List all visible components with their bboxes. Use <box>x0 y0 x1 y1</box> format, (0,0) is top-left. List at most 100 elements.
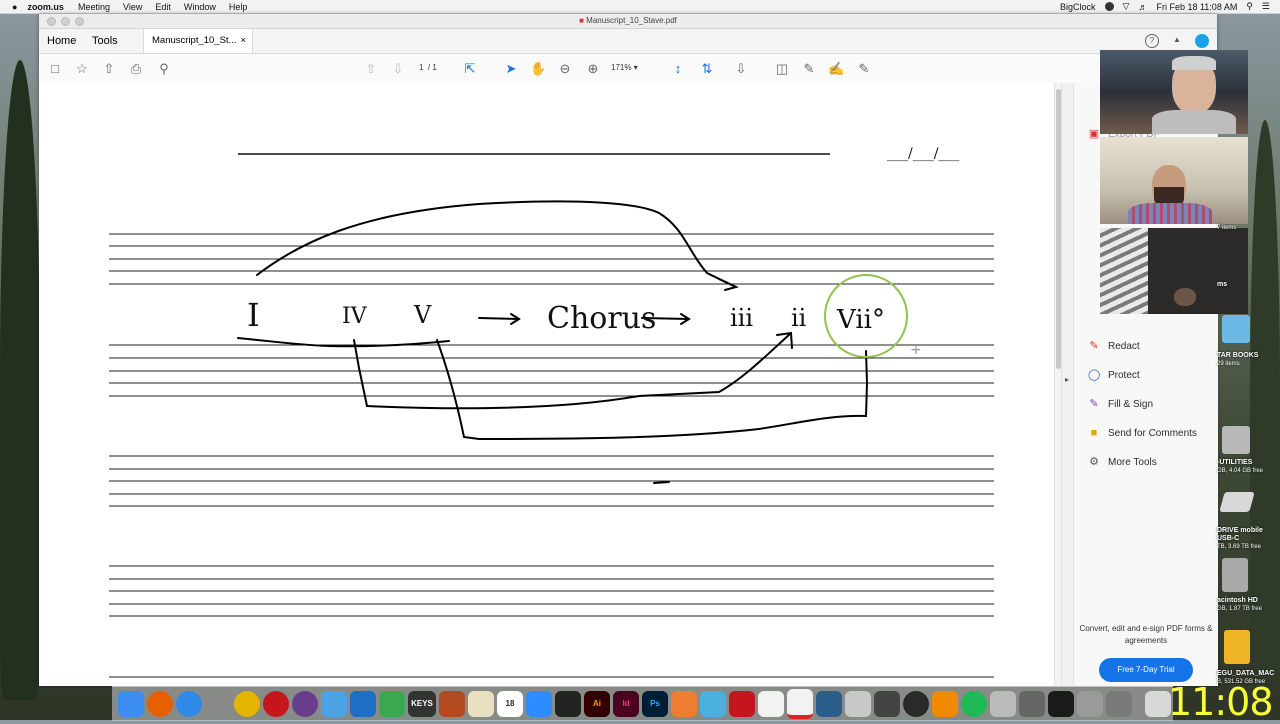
tab-document[interactable]: Manuscript_10_St... × <box>143 29 253 53</box>
menu-datetime[interactable]: Fri Feb 18 11:08 AM <box>1156 2 1237 12</box>
musescore-icon[interactable] <box>350 691 376 717</box>
keys-app-icon[interactable]: KEYS <box>408 691 436 717</box>
page-down-icon[interactable]: ⇩ <box>390 61 406 77</box>
status-icon[interactable] <box>1104 2 1114 11</box>
zoom-app-icon[interactable] <box>526 691 552 717</box>
menu-help[interactable]: Help <box>229 2 248 12</box>
zoom-search-icon[interactable]: ⚲ <box>156 61 172 77</box>
calendar-icon[interactable]: 18 <box>497 691 523 717</box>
drive-icon[interactable] <box>1219 492 1255 512</box>
launchpad-icon[interactable] <box>205 691 231 717</box>
tool-protect[interactable]: ◯ Protect <box>1088 366 1140 384</box>
draw-icon[interactable]: ✍ <box>828 61 844 77</box>
document-icon[interactable] <box>758 691 784 717</box>
activity-monitor-icon[interactable] <box>1048 691 1074 717</box>
menu-window[interactable]: Window <box>184 2 216 12</box>
page-indicator[interactable]: 1 / 1 <box>419 63 437 72</box>
app-icon[interactable] <box>321 691 347 717</box>
finder-icon[interactable] <box>118 691 144 717</box>
help-icon[interactable]: ? <box>1145 34 1159 48</box>
menu-meeting[interactable]: Meeting <box>78 2 110 12</box>
spotify-icon[interactable] <box>961 691 987 717</box>
menu-view[interactable]: View <box>123 2 142 12</box>
free-trial-button[interactable]: Free 7-Day Trial <box>1099 658 1193 682</box>
minimize-window-button[interactable] <box>61 17 70 26</box>
illustrator-icon[interactable]: Ai <box>584 691 610 717</box>
chrome-icon[interactable] <box>234 691 260 717</box>
volume-icon[interactable]: ♬ <box>1138 2 1147 12</box>
account-avatar[interactable] <box>1195 34 1209 48</box>
desktop-item[interactable]: TAR BOOKS 29 items <box>1217 352 1258 368</box>
drive-icon[interactable] <box>1222 558 1248 592</box>
zoom-level-dropdown[interactable]: 171% ▾ <box>611 63 638 72</box>
fit-width-icon[interactable]: ↕ <box>670 61 686 77</box>
fit-page-icon[interactable]: ⇱ <box>462 61 478 77</box>
photoshop-icon[interactable]: Ps <box>642 691 668 717</box>
app-icon[interactable] <box>816 691 842 717</box>
save-icon[interactable]: □ <box>47 61 63 77</box>
app-icon[interactable] <box>990 691 1016 717</box>
tool-fill-sign[interactable]: ✎ Fill & Sign <box>1088 395 1153 413</box>
star-icon[interactable]: ☆ <box>74 61 90 77</box>
app-icon[interactable] <box>700 691 726 717</box>
page-up-icon[interactable]: ⇧ <box>363 61 379 77</box>
menu-app-name[interactable]: zoom.us <box>27 2 64 12</box>
download-icon[interactable]: ⇩ <box>733 61 749 77</box>
zoom-out-icon[interactable]: ⊖ <box>557 61 573 77</box>
select-cursor-icon[interactable]: ➤ <box>503 61 519 77</box>
davinci-icon[interactable] <box>903 691 929 717</box>
zoom-video-participant-1[interactable] <box>1100 50 1248 134</box>
tab-tools[interactable]: Tools <box>84 29 126 53</box>
zoom-in-icon[interactable]: ⊕ <box>585 61 601 77</box>
stamp-icon[interactable]: ✎ <box>856 61 872 77</box>
desktop-item[interactable]: DRIVE mobile USB-C TB, 3.69 TB free <box>1217 527 1280 551</box>
app-icon[interactable] <box>555 691 581 717</box>
desktop-item[interactable]: -UTILITIES GB, 4.04 GB free <box>1217 459 1263 475</box>
menu-bigclock[interactable]: BigClock <box>1060 2 1096 12</box>
maximize-window-button[interactable] <box>75 17 84 26</box>
zoom-video-participant-2[interactable] <box>1100 137 1248 224</box>
drive-icon[interactable] <box>1222 426 1250 454</box>
firefox-icon[interactable] <box>147 691 173 717</box>
bell-icon[interactable]: ▲ <box>1171 34 1183 46</box>
hand-tool-icon[interactable]: ✋ <box>530 61 546 77</box>
opera-icon[interactable] <box>263 691 289 717</box>
comment-icon[interactable]: ◫ <box>774 61 790 77</box>
highlight-pen-icon[interactable]: ✎ <box>801 61 817 77</box>
pdf-document-icon[interactable] <box>787 689 813 719</box>
drive-icon[interactable] <box>1224 630 1250 664</box>
scroll-mode-icon[interactable]: ⇅ <box>699 61 715 77</box>
desktop-item[interactable]: acintosh HD GB, 1.87 TB free <box>1217 597 1262 613</box>
indesign-icon[interactable]: Id <box>613 691 639 717</box>
app-icon[interactable] <box>874 691 900 717</box>
print-icon[interactable]: ⎙ <box>128 61 144 77</box>
tab-close-button[interactable]: × <box>240 29 246 53</box>
tool-send-comments[interactable]: ■ Send for Comments <box>1088 424 1197 442</box>
zoom-video-participant-3[interactable] <box>1100 228 1248 314</box>
app-icon[interactable] <box>845 691 871 717</box>
vlc-icon[interactable] <box>932 691 958 717</box>
app-icon[interactable] <box>671 691 697 717</box>
desktop-item[interactable]: 7 items <box>1217 224 1236 232</box>
list-icon[interactable]: ☰ <box>1262 1 1270 12</box>
folder-icon[interactable] <box>1222 315 1250 343</box>
upload-icon[interactable]: ⇧ <box>101 61 117 77</box>
tool-more-tools[interactable]: ⚙ More Tools <box>1088 453 1157 471</box>
app-icon[interactable] <box>379 691 405 717</box>
app-icon[interactable] <box>1077 691 1103 717</box>
menu-edit[interactable]: Edit <box>155 2 171 12</box>
music-app-icon[interactable] <box>292 691 318 717</box>
desktop-item[interactable]: ms <box>1217 281 1227 289</box>
apple-icon[interactable]: ● <box>12 2 17 12</box>
safari-icon[interactable] <box>176 691 202 717</box>
close-window-button[interactable] <box>47 17 56 26</box>
notes-icon[interactable] <box>468 691 494 717</box>
app-icon[interactable] <box>1106 691 1132 717</box>
app-icon[interactable] <box>439 691 465 717</box>
acrobat-icon[interactable] <box>729 691 755 717</box>
tab-home[interactable]: Home <box>39 29 84 53</box>
wifi-icon[interactable]: ▽ <box>1123 1 1130 12</box>
tool-redact[interactable]: ✎ Redact <box>1088 337 1139 355</box>
search-icon[interactable]: ⚲ <box>1246 1 1253 12</box>
app-icon[interactable] <box>1019 691 1045 717</box>
